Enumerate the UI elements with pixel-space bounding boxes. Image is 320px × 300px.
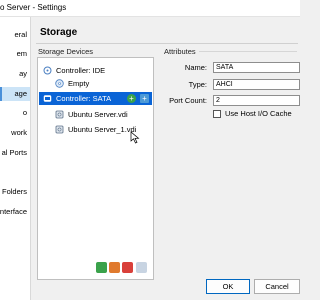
tree-item-empty-optical[interactable]: Empty [41, 77, 151, 90]
tree-item-label: Ubuntu Server.vdi [68, 110, 128, 119]
title-bar: o Server - Settings [0, 0, 300, 17]
optical-disc-icon [55, 79, 64, 88]
storage-tree[interactable]: Controller: IDE Empty Controller: SATA +… [37, 57, 154, 280]
settings-sidebar: eral em ay age o work al Ports ed Folder… [0, 17, 31, 300]
add-optical-drive-icon[interactable]: + [127, 94, 136, 103]
name-field[interactable]: SATA [213, 62, 300, 73]
mouse-cursor-icon [130, 131, 140, 144]
use-host-io-cache-checkbox[interactable] [213, 110, 221, 118]
name-label: Name: [184, 63, 207, 72]
sidebar-item-label: age [14, 89, 27, 98]
sidebar-item-label: o [22, 108, 27, 117]
ide-controller-icon [43, 66, 52, 75]
window-title: o Server - Settings [0, 3, 67, 12]
tree-item-label: Controller: SATA [56, 94, 112, 103]
sidebar-item-label: ed Folders [0, 187, 27, 196]
storage-devices-label: Storage Devices [38, 47, 94, 56]
hard-disk-icon [55, 125, 64, 134]
sidebar-item-label: eral [14, 30, 27, 39]
tree-item-label: Controller: IDE [56, 66, 106, 75]
ok-button[interactable]: OK [206, 279, 250, 294]
sidebar-item-display[interactable]: ay [0, 67, 30, 81]
cancel-button[interactable]: Cancel [254, 279, 300, 294]
tree-item-ubuntu-server-vdi[interactable]: Ubuntu Server.vdi [41, 108, 151, 121]
tree-item-ide-controller[interactable]: Controller: IDE [41, 64, 151, 77]
sidebar-item-usb[interactable] [0, 165, 30, 179]
sidebar-item-label: al Ports [1, 148, 27, 157]
sidebar-item-shared-folders[interactable]: ed Folders [0, 185, 30, 199]
sidebar-item-label: em [16, 49, 27, 58]
tree-item-sata-controller[interactable]: Controller: SATA + + [39, 92, 152, 105]
remove-attachment-icon[interactable] [122, 262, 133, 273]
sidebar-item-network[interactable]: work [0, 126, 30, 140]
add-attachment-icon[interactable] [109, 262, 120, 273]
sidebar-item-storage[interactable]: age [0, 87, 30, 101]
add-hard-disk-icon[interactable]: + [140, 94, 149, 103]
attributes-divider [199, 51, 297, 52]
add-controller-icon[interactable] [96, 262, 107, 273]
tree-item-label: Empty [68, 79, 90, 88]
hard-disk-icon [55, 110, 64, 119]
sidebar-item-label: work [11, 128, 27, 137]
sidebar-item-serial-ports[interactable]: al Ports [0, 146, 30, 160]
controller-settings-icon[interactable] [136, 262, 147, 273]
port-count-label: Port Count: [169, 96, 207, 105]
sidebar-item-system[interactable]: em [0, 47, 30, 61]
sidebar-item-label: Interface [0, 207, 27, 216]
sidebar-item-label: ay [19, 69, 27, 78]
port-count-spinbox[interactable]: 2 [213, 95, 300, 106]
sidebar-item-user-interface[interactable]: Interface [0, 205, 30, 219]
sidebar-item-general[interactable]: eral [0, 28, 30, 42]
tree-item-label: Ubuntu Server_1.vdi [68, 125, 137, 134]
sidebar-item-audio[interactable]: o [0, 106, 30, 120]
sata-controller-icon [43, 95, 52, 102]
type-label: Type: [188, 80, 207, 89]
use-host-io-cache-label: Use Host I/O Cache [225, 109, 292, 118]
attributes-label: Attributes [164, 47, 196, 56]
page-title: Storage [40, 27, 78, 38]
type-select[interactable]: AHCI [213, 79, 300, 90]
title-divider [36, 43, 298, 44]
